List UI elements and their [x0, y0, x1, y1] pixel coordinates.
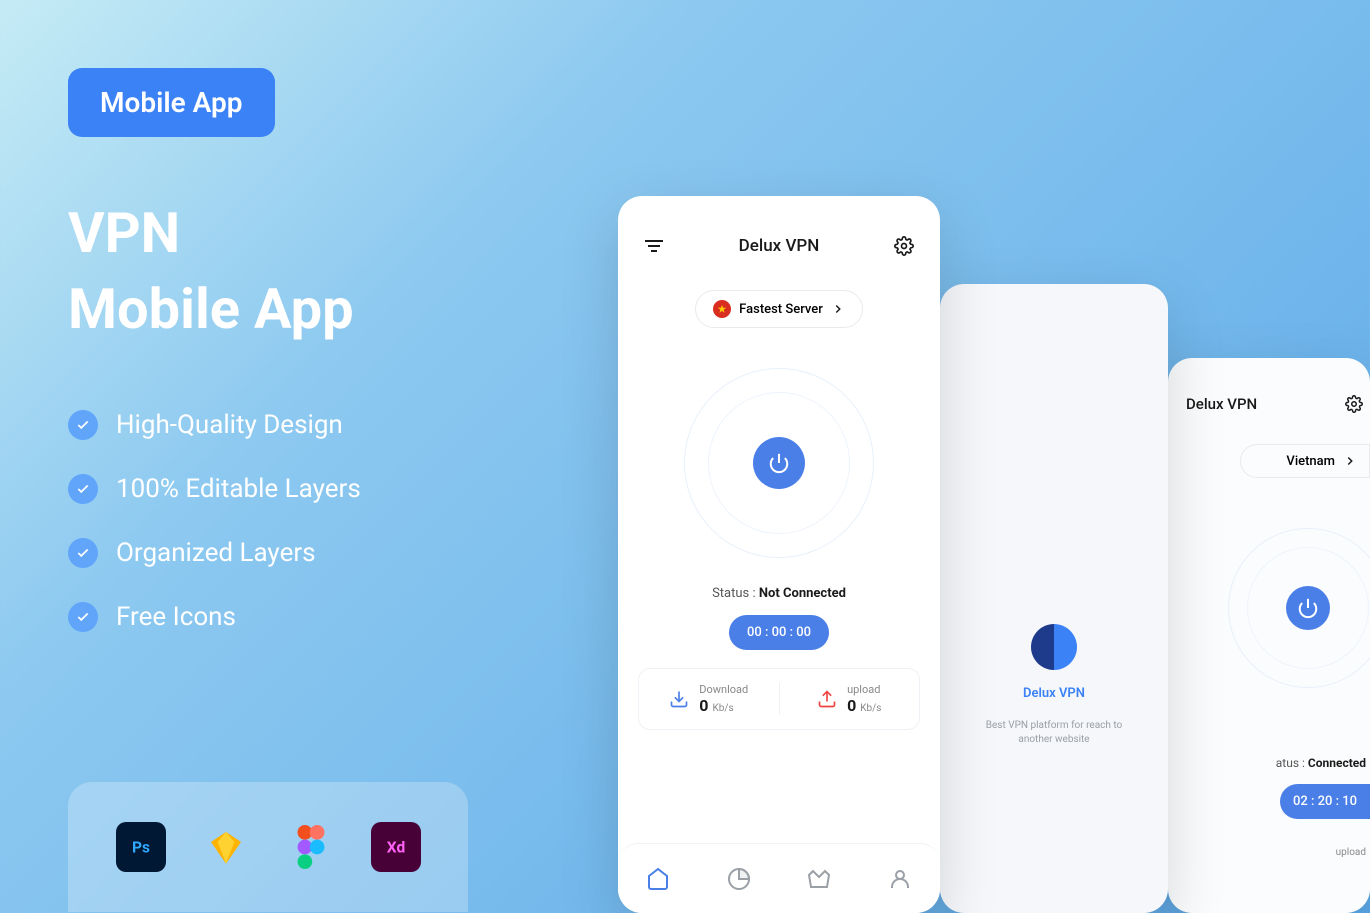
app-header: Delux VPN — [1168, 358, 1370, 426]
chevron-right-icon — [1343, 454, 1357, 468]
splash-tagline: Best VPN platform for reach to another w… — [940, 719, 1168, 747]
app-title: Delux VPN — [739, 236, 820, 256]
feature-item: Free Icons — [68, 602, 361, 632]
feature-list: High-Quality Design 100% Editable Layers… — [68, 410, 361, 666]
status-value: Connected — [1308, 756, 1366, 770]
menu-icon[interactable] — [644, 236, 664, 256]
app-header: Delux VPN — [618, 196, 940, 272]
nav-profile[interactable] — [888, 867, 912, 891]
check-icon — [68, 474, 98, 504]
app-title: Delux VPN — [1186, 395, 1257, 413]
download-label: Download — [699, 683, 748, 696]
connection-timer: 00 : 00 : 00 — [729, 615, 829, 650]
splash-app-title: Delux VPN — [940, 686, 1168, 701]
upload-label: upload — [1168, 847, 1370, 858]
status-value: Not Connected — [759, 586, 846, 601]
upload-icon — [817, 689, 837, 709]
photoshop-icon: Ps — [116, 822, 166, 872]
power-ring — [684, 368, 874, 558]
server-selector[interactable]: Vietnam — [1240, 444, 1370, 478]
upload-value: 0 — [847, 696, 856, 715]
power-ring — [1228, 528, 1370, 688]
feature-label: High-Quality Design — [116, 410, 343, 440]
status-prefix: atus : — [1276, 756, 1308, 770]
app-logo — [1031, 624, 1077, 670]
check-icon — [68, 410, 98, 440]
status-prefix: Status : — [712, 586, 759, 601]
phone-screen-main: Delux VPN Fastest Server Status : Not Co… — [618, 196, 940, 913]
feature-label: Organized Layers — [116, 538, 316, 568]
upload-stat: upload 0 Kb/s — [780, 683, 920, 715]
server-selector[interactable]: Fastest Server — [695, 290, 863, 328]
svg-text:Ps: Ps — [131, 839, 149, 857]
feature-label: 100% Editable Layers — [116, 474, 361, 504]
tool-icons-panel: Ps Xd — [68, 782, 468, 912]
check-icon — [68, 538, 98, 568]
feature-item: Organized Layers — [68, 538, 361, 568]
bottom-nav — [618, 843, 940, 913]
phone-screen-splash: Delux VPN Best VPN platform for reach to… — [940, 284, 1168, 913]
title-line-1: VPN — [68, 196, 354, 272]
upload-unit: Kb/s — [860, 703, 881, 714]
check-icon — [68, 602, 98, 632]
upload-label: upload — [847, 683, 880, 696]
settings-icon[interactable] — [894, 236, 914, 256]
page-title: VPN Mobile App — [68, 196, 354, 347]
flag-icon — [713, 300, 731, 318]
status-text: atus : Connected — [1168, 756, 1370, 770]
title-line-2: Mobile App — [68, 272, 354, 348]
svg-text:Xd: Xd — [386, 839, 404, 857]
xd-icon: Xd — [371, 822, 421, 872]
chevron-right-icon — [831, 302, 845, 316]
power-button[interactable] — [1286, 586, 1330, 630]
feature-item: 100% Editable Layers — [68, 474, 361, 504]
nav-premium[interactable] — [807, 867, 831, 891]
server-label: Fastest Server — [739, 302, 823, 317]
download-value: 0 — [699, 696, 708, 715]
settings-icon[interactable] — [1344, 394, 1364, 414]
server-label: Vietnam — [1286, 454, 1335, 469]
status-text: Status : Not Connected — [618, 586, 940, 601]
stats-panel: Download 0 Kb/s upload 0 Kb/s — [638, 668, 920, 730]
feature-item: High-Quality Design — [68, 410, 361, 440]
sketch-icon — [201, 822, 251, 872]
download-stat: Download 0 Kb/s — [639, 683, 780, 715]
feature-label: Free Icons — [116, 602, 236, 632]
nav-home[interactable] — [646, 867, 670, 891]
connection-timer: 02 : 20 : 10 — [1280, 784, 1370, 819]
download-unit: Kb/s — [712, 703, 733, 714]
category-badge: Mobile App — [68, 68, 275, 137]
phone-screen-connected: Delux VPN Vietnam atus : Connected 02 : … — [1168, 358, 1370, 913]
nav-stats[interactable] — [727, 867, 751, 891]
figma-icon — [286, 822, 336, 872]
power-button[interactable] — [753, 437, 805, 489]
download-icon — [669, 689, 689, 709]
